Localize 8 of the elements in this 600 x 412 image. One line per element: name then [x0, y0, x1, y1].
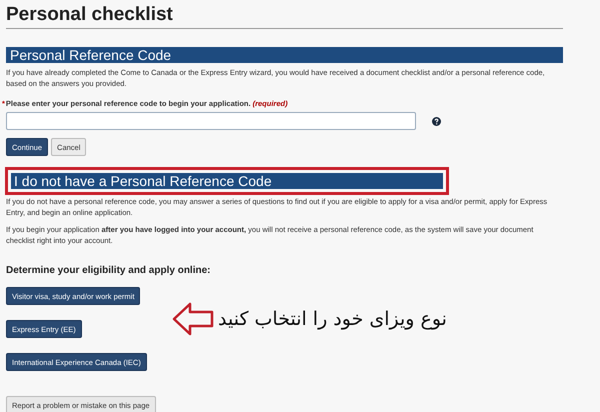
page-title: Personal checklist: [6, 3, 174, 27]
section-subheading: Determine your eligibility and apply online:: [6, 264, 212, 278]
annotation-text: نوع ویزای خود را انتخاب کنید: [218, 306, 447, 332]
arrow-icon: [172, 302, 214, 336]
help-icon[interactable]: [432, 116, 441, 126]
section-heading: I do not have a Personal Reference Code: [11, 173, 443, 190]
section-heading: Personal Reference Code: [6, 47, 563, 63]
reference-code-field[interactable]: [6, 112, 416, 130]
